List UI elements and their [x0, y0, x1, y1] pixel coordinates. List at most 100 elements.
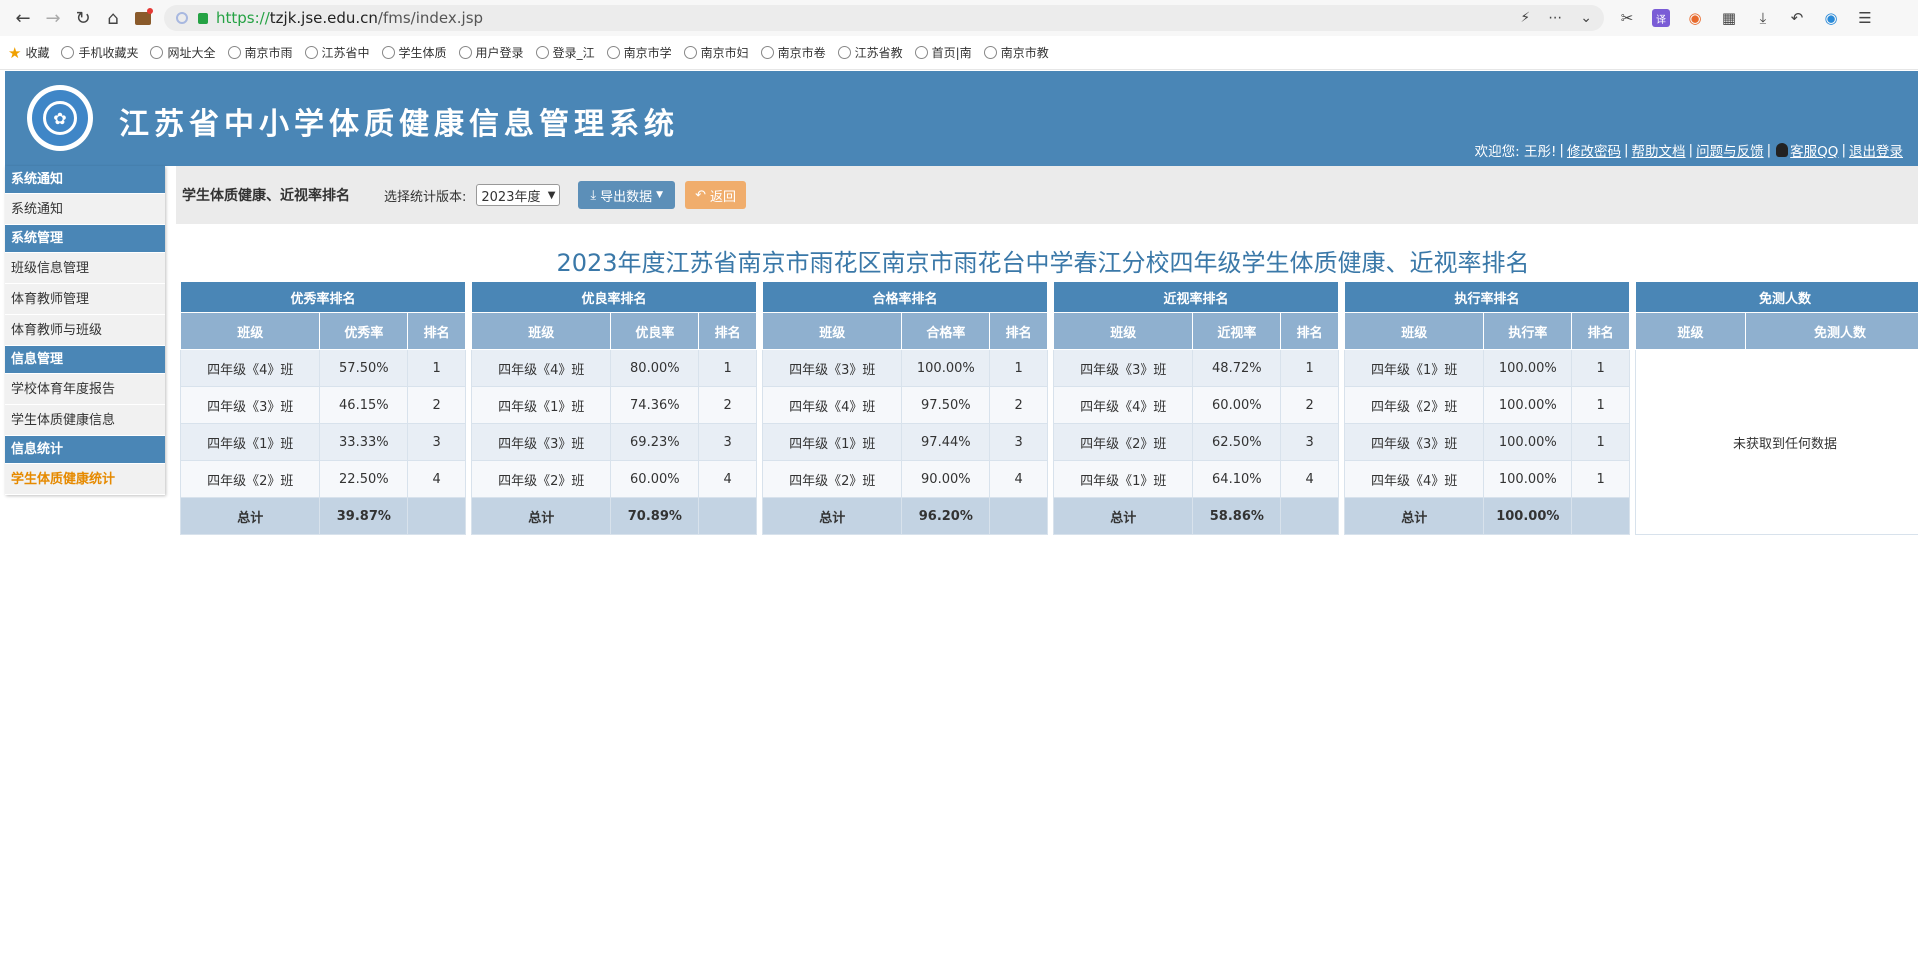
bookmark-item[interactable]: 网址大全 — [150, 44, 216, 61]
user-bar: 欢迎您: 王彤! | 修改密码 | 帮助文档 | 问题与反馈 | 客服QQ | … — [1474, 140, 1903, 160]
bookmark-item[interactable]: 南京市妇 — [683, 44, 749, 61]
bookmark-item[interactable]: 学生体质 — [381, 44, 447, 61]
lightning-icon[interactable]: ⚡ — [1520, 10, 1530, 26]
table-cell: 2 — [407, 386, 466, 424]
scissors-icon[interactable]: ✂ — [1618, 9, 1636, 27]
translate-icon[interactable]: 译 — [1652, 9, 1670, 27]
sidebar-item-class-management[interactable]: 班级信息管理 — [5, 253, 165, 284]
sidebar-section-system[interactable]: 系统管理 — [5, 225, 165, 253]
home-icon[interactable]: ⌂ — [98, 3, 128, 33]
bookmark-item[interactable]: 用户登录 — [458, 44, 524, 61]
page-title: 学生体质健康、近视率排名 — [182, 188, 350, 204]
table-row: 四年级《3》班 46.15% 2 — [179, 386, 466, 424]
bookmark-label: 收藏 — [25, 46, 50, 60]
column-header: 班级 — [1052, 312, 1194, 350]
support-qq-link[interactable]: 客服QQ — [1790, 140, 1838, 160]
help-docs-link[interactable]: 帮助文档 — [1632, 140, 1686, 160]
table-cell: 四年级《2》班 — [1052, 423, 1194, 461]
bookmark-label: 用户登录 — [475, 46, 524, 60]
total-row: 总计 39.87% — [179, 497, 466, 535]
ranking-table: 合格率排名 班级 合格率 排名 四年级《3》班 100.00% 1 四年级《4》班 97.50%… — [761, 281, 1048, 535]
more-icon[interactable]: ⋯ — [1548, 10, 1562, 26]
bookmark-label: 网址大全 — [167, 46, 216, 60]
export-button[interactable]: ⤓ 导出数据 ▼ — [578, 181, 676, 209]
bookmark-item[interactable]: ★ 收藏 — [8, 44, 49, 62]
bookmark-item[interactable]: 登录_江 — [535, 44, 595, 61]
table-cell: 四年级《4》班 — [470, 349, 612, 387]
total-cell: 总计 — [761, 497, 903, 535]
bookmark-item[interactable]: 南京市卷 — [760, 44, 826, 61]
total-cell: 96.20% — [901, 497, 991, 535]
bookmarks-bar: ★ 收藏 手机收藏夹 网址大全 南京市雨 江苏省中 学生体质 用户登录 登录_江 南京市学 南京市妇… — [0, 36, 1918, 70]
feedback-link[interactable]: 问题与反馈 — [1696, 140, 1764, 160]
sidebar-section-statistics[interactable]: 信息统计 — [5, 436, 165, 464]
download-icon[interactable]: ⤓ — [1754, 9, 1772, 27]
change-password-link[interactable]: 修改密码 — [1567, 140, 1621, 160]
column-header: 班级 — [1343, 312, 1485, 350]
back-button[interactable]: ↶ 返回 — [685, 181, 746, 209]
back-arrow-icon[interactable]: ← — [8, 3, 38, 33]
reload-icon[interactable]: ↻ — [68, 3, 98, 33]
logout-link[interactable]: 退出登录 — [1849, 140, 1903, 160]
report-title: 2023年度江苏省南京市雨花区南京市雨花台中学春江分校四年级学生体质健康、近视率… — [556, 249, 1530, 277]
table-row: 四年级《2》班 60.00% 4 — [470, 460, 757, 498]
table-title: 优良率排名 — [471, 281, 757, 313]
browser-logo-icon[interactable]: ◉ — [1822, 9, 1840, 27]
table-cell: 四年级《1》班 — [761, 423, 903, 461]
table-row: 四年级《4》班 97.50% 2 — [761, 386, 1048, 424]
table-cell: 97.44% — [901, 423, 991, 461]
table-title: 优秀率排名 — [180, 281, 466, 313]
total-cell: 总计 — [1052, 497, 1194, 535]
address-bar[interactable]: https:// tzjk.jse.edu.cn /fms/index.jsp … — [164, 5, 1604, 31]
menu-icon[interactable]: ☰ — [1856, 9, 1874, 27]
version-select[interactable]: 2023年度 ▼ — [476, 184, 561, 206]
game-icon[interactable]: ◉ — [1686, 9, 1704, 27]
bookmark-item[interactable]: 首页|南 — [914, 44, 972, 61]
sidebar-section-notice[interactable]: 系统通知 — [5, 166, 165, 194]
forward-arrow-icon[interactable]: → — [38, 3, 68, 33]
sidebar-item-health-statistics[interactable]: 学生体质健康统计 — [5, 464, 165, 495]
sidebar-item-annual-report[interactable]: 学校体育年度报告 — [5, 374, 165, 405]
total-row: 总计 100.00% — [1343, 497, 1630, 535]
table-cell: 1 — [1571, 460, 1630, 498]
qq-icon — [1776, 143, 1789, 157]
bookmark-item[interactable]: 江苏省中 — [304, 44, 370, 61]
bookmark-item[interactable]: 南京市教 — [983, 44, 1049, 61]
ranking-tables: 优秀率排名 班级 优秀率 排名 四年级《4》班 57.50% 1 四年级《3》班 46.15% 2… — [179, 281, 1918, 535]
table-cell: 33.33% — [319, 423, 409, 461]
table-cell: 97.50% — [901, 386, 991, 424]
column-header: 近视率 — [1192, 312, 1282, 350]
bookmark-item[interactable]: 江苏省教 — [837, 44, 903, 61]
table-row: 四年级《4》班 60.00% 2 — [1052, 386, 1339, 424]
table-cell: 3 — [698, 423, 757, 461]
table-row: 四年级《2》班 62.50% 3 — [1052, 423, 1339, 461]
sidebar-item-student-health[interactable]: 学生体质健康信息 — [5, 405, 165, 436]
apps-grid-icon[interactable]: ▦ — [1720, 9, 1738, 27]
table-cell: 四年级《1》班 — [179, 423, 321, 461]
table-cell: 22.50% — [319, 460, 409, 498]
column-header: 排名 — [989, 312, 1048, 350]
site-icon — [381, 46, 395, 59]
bookmark-item[interactable]: 南京市学 — [606, 44, 672, 61]
sidebar-item-teacher-management[interactable]: 体育教师管理 — [5, 284, 165, 315]
table-row: 四年级《3》班 100.00% 1 — [1343, 423, 1630, 461]
wallet-icon[interactable] — [128, 3, 158, 33]
sidebar-section-info[interactable]: 信息管理 — [5, 346, 165, 374]
bookmark-item[interactable]: 南京市雨 — [227, 44, 293, 61]
sidebar: 系统通知 系统通知 系统管理 班级信息管理 体育教师管理 体育教师与班级 信息管… — [5, 166, 165, 495]
column-header: 优秀率 — [319, 312, 409, 350]
chevron-down-icon[interactable]: ⌄ — [1580, 10, 1592, 26]
bookmark-label: 江苏省教 — [854, 46, 903, 60]
sidebar-item-teacher-class[interactable]: 体育教师与班级 — [5, 315, 165, 346]
bookmark-item[interactable]: 手机收藏夹 — [61, 44, 138, 61]
table-row: 四年级《3》班 100.00% 1 — [761, 349, 1048, 387]
table-cell: 60.00% — [610, 460, 700, 498]
bookmark-label: 学生体质 — [398, 46, 447, 60]
caret-down-icon: ▼ — [656, 190, 664, 200]
sidebar-item-notice[interactable]: 系统通知 — [5, 194, 165, 225]
column-header: 班级 — [1635, 312, 1746, 350]
undo-icon[interactable]: ↶ — [1788, 9, 1806, 27]
table-row: 四年级《2》班 100.00% 1 — [1343, 386, 1630, 424]
table-cell: 3 — [407, 423, 466, 461]
bookmark-label: 南京市妇 — [700, 46, 749, 60]
